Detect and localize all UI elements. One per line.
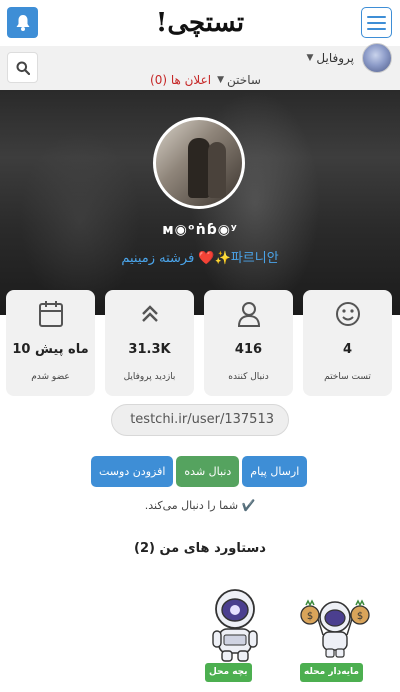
hamburger-icon-line — [367, 21, 386, 24]
cover-texture — [20, 130, 140, 310]
follows-you-status: ✔️ شما را دنبال می‌کند. — [144, 499, 256, 512]
stat-label: بازدید پروفایل — [123, 372, 176, 382]
stat-card-views: 31.3K بازدید پروفایل — [105, 290, 194, 396]
nav-avatar[interactable] — [362, 43, 392, 73]
menu-button[interactable] — [361, 7, 392, 38]
stat-value: 31.3K — [128, 342, 171, 357]
top-bar: تستچی! — [0, 0, 400, 46]
notifications-button[interactable] — [7, 7, 38, 38]
following-button[interactable]: دنبال شده — [176, 456, 240, 487]
achievement-badge[interactable] — [205, 585, 265, 675]
stat-value: 4 — [342, 342, 353, 357]
nav-profile-menu[interactable]: پروفایل ▼ — [307, 51, 355, 65]
profile-url-text: testchi.ir/user/137513 — [130, 412, 274, 427]
nav-profile-label: پروفایل — [316, 51, 354, 65]
profile-bio: 파르니안✨❤️ فرشته زمینیم — [121, 251, 279, 266]
profile-avatar[interactable] — [153, 117, 245, 209]
smile-icon — [335, 302, 360, 326]
stat-label: عضو شدم — [31, 372, 70, 382]
chevron-down-icon: ▼ — [306, 53, 314, 63]
stat-label: تست ساختم — [324, 372, 371, 382]
search-button[interactable] — [7, 52, 38, 83]
hamburger-icon — [367, 15, 386, 18]
avatar-figure — [188, 138, 210, 198]
calendar-icon — [38, 301, 63, 327]
nav-ads-link[interactable]: اعلان ها (0) — [150, 73, 211, 87]
stat-card-joined: 10 ماه پیش عضو شدم — [6, 290, 95, 396]
site-logo[interactable]: تستچی! — [140, 4, 260, 42]
profile-url[interactable]: testchi.ir/user/137513 — [111, 404, 289, 436]
achievements-title: دستاورد های من (2) — [134, 541, 266, 556]
hamburger-icon-line — [367, 27, 386, 30]
rich-astronaut-icon: $ $ — [300, 599, 370, 658]
bell-icon — [16, 14, 29, 31]
send-message-button[interactable]: ارسال پیام — [242, 456, 308, 487]
user-icon — [237, 302, 260, 327]
nav-secondary: ساختن ▼ اعلان ها (0) — [150, 73, 261, 87]
profile-username: ᴍ◉ᵒṅɓ◉ʸ — [162, 222, 238, 238]
sub-nav-bar: پروفایل ▼ ساختن ▼ اعلان ها (0) — [0, 46, 400, 90]
profile-actions: افزودن دوست دنبال شده ارسال پیام — [91, 456, 308, 487]
svg-text:$: $ — [307, 611, 313, 622]
svg-text:$: $ — [357, 611, 363, 622]
achievement-label: بچه محل — [205, 663, 252, 682]
nav-build-label: ساختن — [227, 73, 261, 87]
stat-label: دنبال کننده — [228, 372, 269, 382]
stat-value: 10 ماه پیش — [12, 342, 89, 357]
nav-build-menu[interactable]: ساختن ▼ — [217, 73, 261, 87]
stat-card-tests[interactable]: 4 تست ساختم — [303, 290, 392, 396]
chevron-down-icon: ▼ — [217, 75, 225, 85]
chevrons-up-icon — [141, 305, 158, 322]
astronaut-icon — [212, 589, 258, 662]
stat-value: 416 — [234, 342, 263, 357]
stat-card-followers[interactable]: 416 دنبال کننده — [204, 290, 293, 396]
avatar-figure — [208, 142, 226, 198]
add-friend-button[interactable]: افزودن دوست — [91, 456, 174, 487]
achievement-label: مایه‌دار محله — [300, 663, 363, 682]
stats-row: 10 ماه پیش عضو شدم 31.3K بازدید پروفایل … — [6, 290, 394, 396]
search-icon — [16, 61, 30, 75]
